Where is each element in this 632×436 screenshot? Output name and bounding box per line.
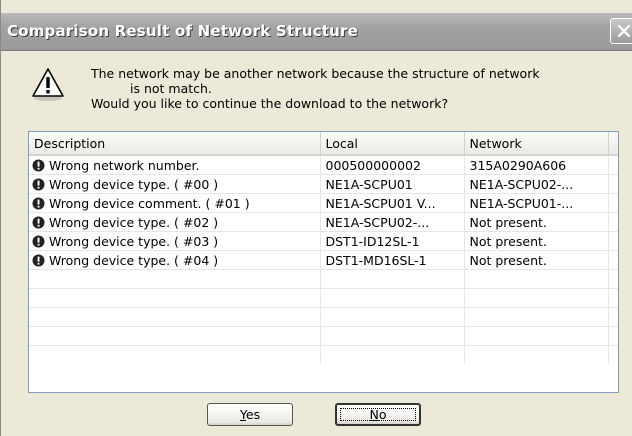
row-network: NE1A-SCPU02-... [464, 174, 609, 194]
close-button[interactable] [610, 18, 632, 44]
error-icon [32, 178, 45, 191]
row-description-text: Wrong network number. [49, 157, 200, 173]
row-description: Wrong device comment. ( #01 ) [29, 193, 321, 213]
no-button[interactable]: No [335, 403, 421, 426]
column-header-filler [608, 132, 618, 156]
column-header-local[interactable]: Local [320, 132, 465, 156]
empty-row [29, 326, 618, 346]
error-icon [32, 197, 45, 210]
row-local: NE1A-SCPU02-... [320, 212, 465, 232]
row-filler [608, 174, 618, 194]
row-description-text: Wrong device type. ( #04 ) [49, 252, 219, 268]
message-line-1: The network may be another network becau… [91, 66, 540, 81]
error-icon [32, 254, 45, 267]
row-description: Wrong device type. ( #02 ) [29, 212, 321, 232]
column-header-description[interactable]: Description [29, 132, 321, 156]
row-description-text: Wrong device comment. ( #01 ) [49, 195, 250, 211]
dialog-title: Comparison Result of Network Structure [7, 22, 359, 40]
row-description-text: Wrong device type. ( #02 ) [49, 214, 219, 230]
row-local: DST1-ID12SL-1 [320, 231, 465, 251]
row-description-text: Wrong device type. ( #00 ) [49, 176, 219, 192]
table-row[interactable]: Wrong device type. ( #03 ) DST1-ID12SL-1… [29, 231, 618, 251]
table-row[interactable]: Wrong device type. ( #00 ) NE1A-SCPU01 N… [29, 174, 618, 194]
row-description: Wrong network number. [29, 155, 321, 175]
row-description-text: Wrong device type. ( #03 ) [49, 233, 219, 249]
message-line-3: Would you like to continue the download … [91, 96, 449, 111]
title-bar[interactable]: Comparison Result of Network Structure [1, 13, 632, 51]
yes-button[interactable]: Yes [207, 403, 293, 426]
row-network: 315A0290A606 [464, 155, 609, 175]
row-network: NE1A-SCPU01-... [464, 193, 609, 213]
row-description: Wrong device type. ( #03 ) [29, 231, 321, 251]
table-row[interactable]: Wrong device type. ( #04 ) DST1-MD16SL-1… [29, 250, 618, 270]
comparison-table[interactable]: Description Local Network Wrong network … [28, 131, 619, 393]
focus-rectangle [340, 408, 416, 421]
row-network: Not present. [464, 250, 609, 270]
comparison-dialog: Comparison Result of Network Structure T… [0, 0, 632, 436]
message-line-2: is not match. [130, 81, 212, 96]
row-network: Not present. [464, 231, 609, 251]
row-network: Not present. [464, 212, 609, 232]
row-description: Wrong device type. ( #04 ) [29, 250, 321, 270]
yes-button-label: es [245, 407, 261, 422]
row-description: Wrong device type. ( #00 ) [29, 174, 321, 194]
warning-icon [31, 66, 65, 102]
table-header-row: Description Local Network [29, 132, 618, 156]
row-filler [608, 212, 618, 232]
error-icon [32, 159, 45, 172]
empty-row [29, 269, 618, 289]
column-header-network[interactable]: Network [464, 132, 609, 156]
row-filler [608, 231, 618, 251]
row-filler [608, 193, 618, 213]
row-filler [608, 155, 618, 175]
row-local: DST1-MD16SL-1 [320, 250, 465, 270]
error-icon [32, 235, 45, 248]
table-row[interactable]: Wrong device comment. ( #01 ) NE1A-SCPU0… [29, 193, 618, 213]
row-local: NE1A-SCPU01 [320, 174, 465, 194]
close-icon [617, 24, 631, 38]
row-filler [608, 250, 618, 270]
empty-row [29, 345, 618, 364]
empty-row [29, 307, 618, 327]
row-local: NE1A-SCPU01 V... [320, 193, 465, 213]
table-row[interactable]: Wrong network number. 000500000002 315A0… [29, 155, 618, 175]
empty-row [29, 288, 618, 308]
table-row[interactable]: Wrong device type. ( #02 ) NE1A-SCPU02-.… [29, 212, 618, 232]
error-icon [32, 216, 45, 229]
message-text: The network may be another network becau… [91, 66, 611, 111]
row-local: 000500000002 [320, 155, 465, 175]
